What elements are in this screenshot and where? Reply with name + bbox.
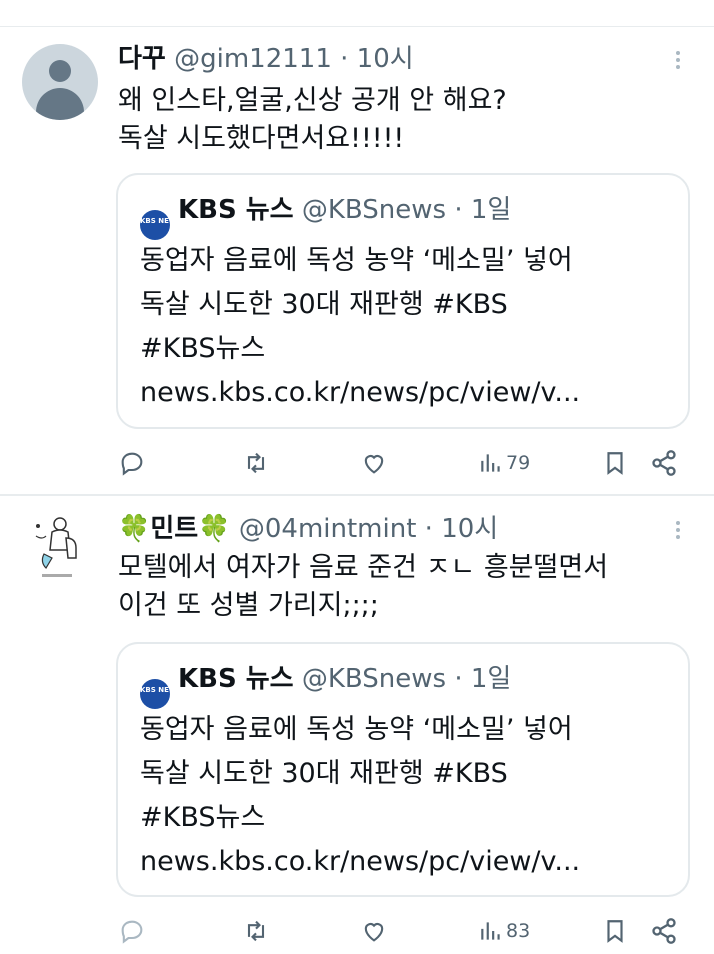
quoted-text-line: 독살 시도한 30대 재판행 #KBS [140, 758, 508, 789]
retweet-button[interactable] [242, 448, 270, 478]
views-icon [481, 922, 500, 940]
quoted-time: 1일 [470, 664, 512, 694]
quoted-link[interactable]: news.kbs.co.kr/news/pc/view/v... [140, 371, 580, 415]
bookmark-icon [607, 920, 623, 943]
post-text-line: 왜 인스타,얼굴,신상 공개 안 해요? [118, 85, 507, 116]
post-text: 모텔에서 여자가 음료 준건 ㅈㄴ 흥분떨면서 이건 또 성별 가리지;;;; [118, 549, 608, 625]
post-text: 왜 인스타,얼굴,신상 공개 안 해요? 독살 시도했다면서요!!!!! [118, 82, 507, 158]
post-time[interactable]: 10시 [357, 44, 414, 74]
post-time[interactable]: 10시 [441, 514, 498, 544]
quoted-author-name: KBS 뉴스 [178, 664, 294, 694]
post-2[interactable]: 🍀민트🍀 @04mintmint · 10시 모텔에서 여자가 음료 준건 ㅈㄴ… [0, 496, 714, 954]
retweet-icon [247, 452, 265, 474]
share-icon [652, 450, 676, 476]
view-count: 79 [506, 452, 531, 474]
reply-icon [121, 452, 143, 476]
separator-dot: · [424, 514, 433, 544]
quoted-author-handle: @KBSnews [301, 195, 447, 225]
like-button[interactable] [360, 916, 388, 946]
action-bar: 79 [0, 448, 714, 478]
quoted-text-line[interactable]: #KBS뉴스 [140, 327, 580, 371]
post-text-line: 이건 또 성별 가리지;;;; [118, 590, 379, 621]
views-button[interactable]: 79 [478, 448, 530, 478]
post-header: 다꾸 @gim12111 · 10시 [118, 42, 414, 76]
quoted-header: KBS NEWSKBS 뉴스 @KBSnews · 1일 [140, 662, 511, 709]
separator-dot: · [340, 44, 349, 74]
separator-dot: · [454, 195, 463, 225]
quoted-text-line: 동업자 음료에 독성 농약 ‘메소밀’ 넣어 [140, 714, 573, 745]
author-handle[interactable]: @04mintmint [239, 514, 417, 544]
post-text-line: 모텔에서 여자가 음료 준건 ㅈㄴ 흥분떨면서 [118, 552, 609, 583]
bookmark-icon [607, 452, 623, 475]
view-count: 83 [506, 920, 531, 942]
quoted-author-name: KBS 뉴스 [178, 195, 294, 225]
reply-button[interactable] [118, 448, 146, 478]
share-icon [652, 918, 676, 944]
cartoon-avatar-icon [35, 517, 77, 577]
quoted-text-line: 동업자 음료에 독성 농약 ‘메소밀’ 넣어 [140, 245, 573, 276]
retweet-button[interactable] [242, 916, 270, 946]
separator-dot: · [454, 664, 463, 694]
quoted-post[interactable]: KBS NEWSKBS 뉴스 @KBSnews · 1일 동업자 음료에 독성 … [116, 642, 690, 897]
like-button[interactable] [360, 448, 388, 478]
post-header: 🍀민트🍀 @04mintmint · 10시 [118, 512, 498, 546]
reply-icon [121, 920, 143, 944]
bookmark-button[interactable] [602, 916, 628, 946]
default-avatar[interactable] [22, 44, 98, 120]
bookmark-button[interactable] [602, 448, 628, 478]
share-button[interactable] [650, 448, 678, 478]
views-icon [481, 454, 500, 472]
quoted-post[interactable]: KBS NEWSKBS 뉴스 @KBSnews · 1일 동업자 음료에 독성 … [116, 173, 690, 429]
quoted-link[interactable]: news.kbs.co.kr/news/pc/view/v... [140, 840, 580, 884]
profile-avatar[interactable] [22, 512, 98, 588]
author-name[interactable]: 다꾸 [118, 44, 166, 74]
quoted-text: 동업자 음료에 독성 농약 ‘메소밀’ 넣어 독살 시도한 30대 재판행 #K… [140, 708, 580, 884]
heart-icon [364, 923, 384, 942]
more-options-icon[interactable] [668, 48, 688, 74]
author-handle[interactable]: @gim12111 [174, 44, 332, 74]
kbs-logo-icon: KBS NEWS [140, 210, 182, 240]
heart-icon [364, 455, 384, 474]
more-options-icon[interactable] [668, 518, 688, 544]
share-button[interactable] [650, 916, 678, 946]
post-text-line: 독살 시도했다면서요!!!!! [118, 123, 405, 154]
quoted-time: 1일 [470, 195, 512, 225]
post-1[interactable]: 다꾸 @gim12111 · 10시 왜 인스타,얼굴,신상 공개 안 해요? … [0, 0, 714, 495]
reply-button[interactable] [118, 916, 146, 946]
quoted-author-handle: @KBSnews [301, 664, 447, 694]
quoted-text-line[interactable]: #KBS뉴스 [140, 796, 580, 840]
quoted-text: 동업자 음료에 독성 농약 ‘메소밀’ 넣어 독살 시도한 30대 재판행 #K… [140, 239, 580, 415]
quoted-header: KBS NEWSKBS 뉴스 @KBSnews · 1일 [140, 193, 511, 240]
action-bar: 83 [0, 916, 714, 946]
views-button[interactable]: 83 [478, 916, 530, 946]
quoted-text-line: 독살 시도한 30대 재판행 #KBS [140, 289, 508, 320]
retweet-icon [247, 920, 265, 942]
kbs-logo-icon: KBS NEWS [140, 679, 182, 709]
author-name[interactable]: 🍀민트🍀 [118, 514, 231, 544]
